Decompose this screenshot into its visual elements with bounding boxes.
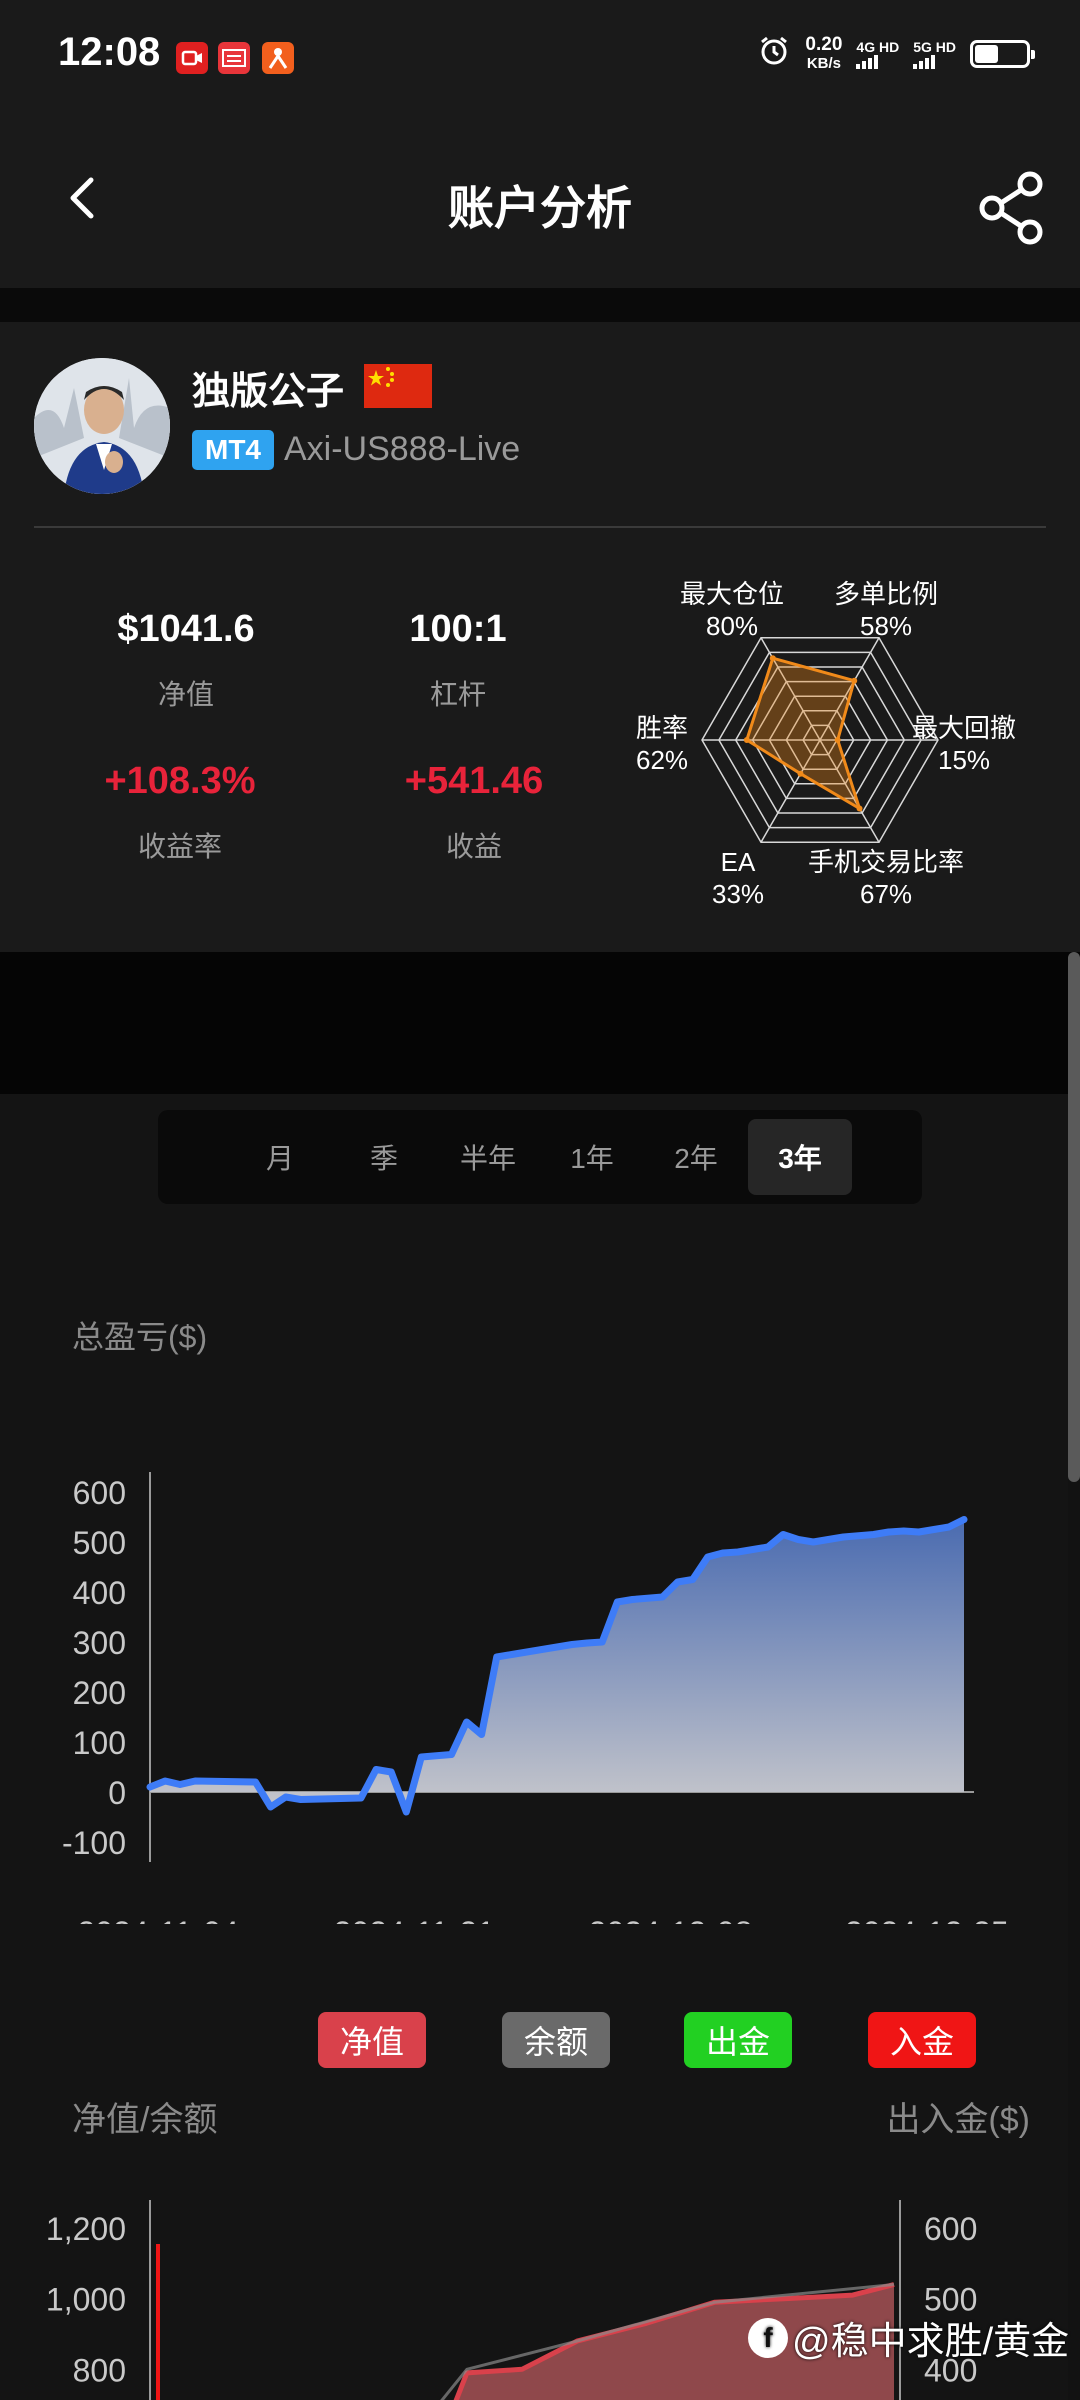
x-tick-label: 2024-12-08 [589,1915,753,1924]
y-tick-label: 600 [73,1475,126,1511]
radar-axis-name: 胜率 [636,713,689,743]
chart-section: 月 季 半年 1年 2年 3年 总盈亏($) 600 500 400 300 200 10… [0,1094,1068,2400]
radar-label-mobile-ratio: 手机交易比率 67% [808,846,964,910]
radar-axis-value: 80% [705,611,759,641]
y-tick-label: 100 [73,1725,126,1761]
watermark-text: @稳中求胜/黄金 [792,2321,1070,2363]
video-app-icon [176,42,208,74]
pnl-chart-title: 总盈亏($) [72,1319,208,1355]
radar-data-point [834,737,841,743]
radar-axis-name: 手机交易比率 [808,847,965,877]
share-icon [979,171,1043,245]
period-tabs: 月 季 半年 1年 2年 3年 [158,1110,922,1204]
radar-data-area [745,656,863,812]
funds-axis-title: 出入金($) [886,2101,1030,2139]
tab-1-year[interactable]: 1年 [540,1119,644,1195]
toutiao-app-icon [218,42,250,74]
status-indicators: 0.20 KB/s 4G HD 5G HD [757,34,1035,73]
tab-2-year[interactable]: 2年 [644,1119,748,1195]
battery-icon [970,39,1035,68]
radar-axis-name: 最大回撤 [912,713,1017,743]
tab-3-year[interactable]: 3年 [748,1119,852,1195]
app-header: 账户分析 [0,110,1080,288]
page-title: 账户分析 [448,182,632,234]
pnl-chart: 600 500 400 300 200 100 0 -100 2024-11-04 2024-11… [62,1472,1009,1924]
net-speed-unit: KB/s [806,54,841,72]
profile-card: 独版公子 MT4 Axi-US888-Live [0,322,1080,528]
radar-axis-value: 62% [636,745,689,775]
net-speed: 0.20 KB/s [805,35,842,73]
net-speed-value: 0.20 [805,33,843,55]
y-tick-label: 400 [73,1575,126,1611]
radar-axis-value: 67% [859,879,913,909]
share-button[interactable] [972,168,1052,248]
platform-badge: MT4 [192,430,274,470]
status-time: 12:08 [58,30,161,74]
left-tick-label: 1,200 [46,2211,126,2247]
radar-data-point [851,677,858,684]
sim2-label: 5G HD [913,38,956,55]
radar-axis-name: 多单比例 [834,579,939,609]
stats-panel: $1041.6 净值 100:1 杠杆 +108.3% 收益率 +541.46 … [0,528,1080,952]
y-tick-label: 300 [73,1625,126,1661]
radar-axis-name: 最大仓位 [680,579,785,609]
sim1-signal: 4G HD [856,39,899,69]
legend-deposit[interactable]: 入金 [868,2012,976,2068]
watermark: f @稳中求胜/黄金 [748,2310,1069,2365]
x-tick-label: 2024-11-21 [334,1915,495,1924]
section-gap [0,288,1080,322]
tab-month[interactable]: 月 [228,1119,332,1195]
scrollbar[interactable] [1068,952,1080,1482]
legend-balance[interactable]: 余额 [502,2012,610,2068]
radar-data-point [797,770,804,777]
x-tick-label: 2024-12-25 [845,1915,1009,1924]
signal-bars-icon [856,54,879,69]
y-tick-label: 500 [73,1525,126,1561]
status-bar: 12:08 0.20 KB/s 4G HD 5G HD [0,0,1080,110]
right-tick-label: 600 [924,2211,977,2247]
radar-label-long-ratio: 多单比例 58% [834,578,938,642]
x-tick-label: 2024-11-04 [77,1915,238,1924]
tab-quarter[interactable]: 季 [332,1119,436,1195]
y-tick-label: -100 [62,1825,126,1861]
radar-axis-value: 58% [859,611,913,641]
left-tick-label: 800 [73,2352,126,2388]
pnl-area-fill [150,1519,964,1812]
y-tick-label: 0 [108,1775,126,1811]
radar-data-point [743,737,750,743]
sim2-signal: 5G HD [913,39,956,69]
equity-axis-title: 净值/余额 [72,2101,218,2139]
sim1-label: 4G HD [856,38,900,55]
y-tick-label: 200 [73,1675,126,1711]
radar-axis-value: 15% [937,745,991,775]
avatar[interactable] [34,358,170,494]
radar-axis-name: EA [720,847,756,877]
china-flag-icon [364,364,432,408]
section-gap [0,952,1080,1094]
legend-withdraw[interactable]: 出金 [684,2012,792,2068]
legend-equity[interactable]: 净值 [318,2012,426,2068]
radar-data-point [856,805,863,812]
server-name: Axi-US888-Live [284,430,521,468]
alarm-icon [757,34,791,73]
radar-label-max-drawdown: 最大回撤 15% [912,712,1016,776]
radar-label-win-rate: 胜率 62% [636,712,688,776]
radar-label-ea: EA 33% [712,846,764,910]
watermark-logo-icon: f [748,2317,788,2358]
radar-data-point [769,655,776,662]
radar-label-max-position: 最大仓位 80% [680,578,784,642]
user-name: 独版公子 [192,371,345,413]
left-tick-label: 1,000 [46,2282,126,2318]
signal-bars-icon [913,54,936,69]
radar-axis-value: 33% [712,879,765,909]
tab-half-year[interactable]: 半年 [436,1119,540,1195]
person-app-icon [262,42,294,74]
